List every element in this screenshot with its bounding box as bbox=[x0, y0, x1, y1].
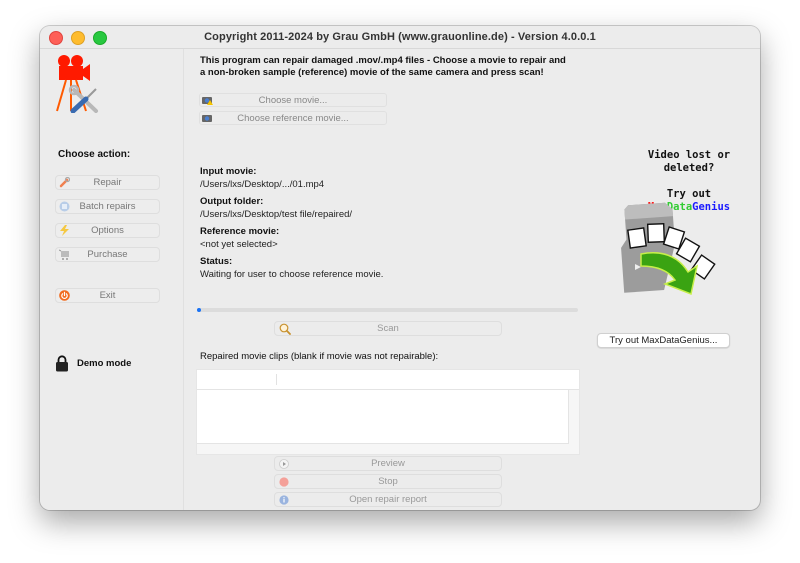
ad-line-1: Video lost or bbox=[647, 149, 731, 161]
app-window: Copyright 2011-2024 by Grau GmbH (www.gr… bbox=[40, 26, 760, 510]
stop-button[interactable]: Stop bbox=[274, 474, 502, 489]
batch-icon bbox=[59, 201, 70, 212]
status-value: Waiting for user to choose reference mov… bbox=[200, 269, 384, 280]
repaired-clips-label: Repaired movie clips (blank if movie was… bbox=[200, 351, 439, 362]
preview-button[interactable]: Preview bbox=[274, 456, 502, 471]
output-folder-label: Output folder: bbox=[200, 196, 264, 207]
input-movie-value: /Users/lxs/Desktop/.../01.mp4 bbox=[200, 179, 325, 190]
preview-button-label: Preview bbox=[371, 458, 405, 469]
choose-reference-movie-label: Choose reference movie... bbox=[237, 112, 349, 124]
app-logo-icon bbox=[56, 55, 98, 113]
batch-repairs-button[interactable]: Batch repairs bbox=[55, 199, 160, 214]
minimize-window-button[interactable] bbox=[71, 31, 85, 45]
clips-table-body[interactable] bbox=[197, 390, 569, 444]
ad-line-2: deleted? bbox=[663, 162, 715, 174]
try-maxdatagenius-button[interactable]: Try out MaxDataGenius... bbox=[597, 333, 730, 348]
progress-bar-fill bbox=[197, 308, 201, 312]
window-title: Copyright 2011-2024 by Grau GmbH (www.gr… bbox=[204, 31, 596, 43]
intro-text: This program can repair damaged .mov/.mp… bbox=[200, 55, 580, 79]
progress-bar bbox=[197, 308, 578, 312]
choose-movie-button[interactable]: Choose movie... bbox=[199, 93, 387, 107]
intro-line-2: a non-broken sample (reference) movie of… bbox=[200, 67, 544, 78]
wrench-icon bbox=[59, 177, 70, 188]
options-button[interactable]: Options bbox=[55, 223, 160, 238]
status-label: Status: bbox=[200, 256, 233, 267]
magnifier-icon bbox=[279, 323, 291, 335]
movie-warning-icon bbox=[202, 97, 213, 105]
lock-icon bbox=[56, 355, 68, 372]
title-bar: Copyright 2011-2024 by Grau GmbH (www.gr… bbox=[40, 26, 760, 49]
repair-button-label: Repair bbox=[93, 177, 122, 188]
demo-mode-label: Demo mode bbox=[77, 358, 132, 369]
options-button-label: Options bbox=[91, 225, 124, 236]
info-icon bbox=[279, 495, 289, 505]
movie-icon bbox=[202, 115, 212, 122]
clips-table-header bbox=[197, 370, 579, 390]
batch-repairs-button-label: Batch repairs bbox=[79, 201, 136, 212]
scan-button[interactable]: Scan bbox=[274, 321, 502, 336]
demo-mode-indicator: Demo mode bbox=[55, 355, 131, 372]
choose-movie-label: Choose movie... bbox=[258, 94, 328, 106]
open-repair-report-button[interactable]: Open repair report bbox=[274, 492, 502, 507]
choose-reference-movie-button[interactable]: Choose reference movie... bbox=[199, 111, 387, 125]
try-maxdatagenius-label: Try out MaxDataGenius... bbox=[609, 335, 718, 346]
cart-icon bbox=[59, 249, 69, 260]
maximize-window-button[interactable] bbox=[93, 31, 107, 45]
sidebar: Choose action: Repair Batch repairs Opti… bbox=[40, 49, 184, 510]
intro-line-1: This program can repair damaged .mov/.mp… bbox=[200, 55, 566, 66]
purchase-button-label: Purchase bbox=[87, 249, 128, 260]
close-window-button[interactable] bbox=[49, 31, 63, 45]
input-movie-label: Input movie: bbox=[200, 166, 257, 177]
column-separator bbox=[276, 374, 277, 385]
repaired-clips-table[interactable] bbox=[196, 369, 580, 455]
exit-button-label: Exit bbox=[99, 290, 116, 301]
play-icon bbox=[279, 459, 289, 469]
reference-movie-label: Reference movie: bbox=[200, 226, 280, 237]
output-folder-value: /Users/lxs/Desktop/test file/repaired/ bbox=[200, 209, 353, 220]
exit-button[interactable]: Exit bbox=[55, 288, 160, 303]
reference-movie-value: <not yet selected> bbox=[200, 239, 278, 250]
window-controls bbox=[49, 31, 107, 45]
video-recovery-illustration[interactable] bbox=[613, 196, 723, 296]
repair-button[interactable]: Repair bbox=[55, 175, 160, 190]
lightning-icon bbox=[60, 225, 69, 236]
stop-button-label: Stop bbox=[378, 476, 398, 487]
purchase-button[interactable]: Purchase bbox=[55, 247, 160, 262]
power-icon bbox=[59, 290, 70, 301]
stop-icon bbox=[279, 477, 289, 487]
scan-button-label: Scan bbox=[377, 323, 399, 334]
choose-action-label: Choose action: bbox=[58, 149, 131, 160]
open-repair-report-label: Open repair report bbox=[349, 494, 427, 505]
